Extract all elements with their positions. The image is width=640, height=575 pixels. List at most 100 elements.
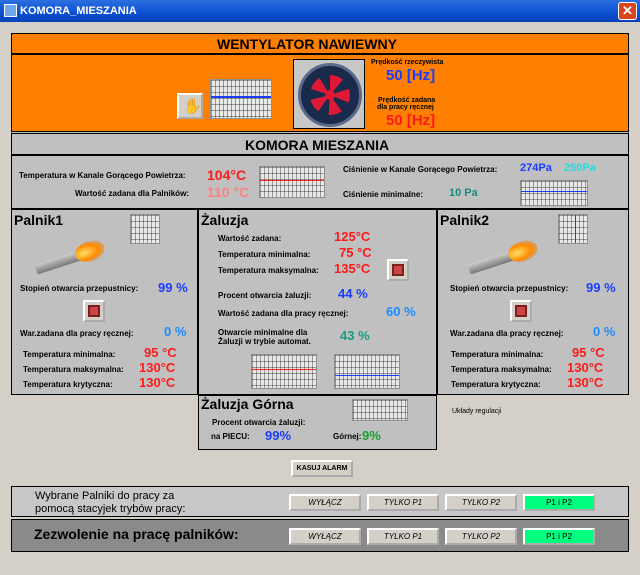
burner1-manual-button[interactable] [83,300,105,322]
burner2-tmax-label: Temperatura maksymalna: [451,365,552,374]
manual-icon [392,264,404,276]
damper-trend-left [251,354,317,389]
upper-damper-top-label: Górnej: [333,432,362,441]
burner1-tmax-label: Temperatura maksymalna: [23,365,124,374]
fan-title: WENTYLATOR NAWIEWNY [217,36,397,52]
pressure-trend [520,180,588,206]
window-title: KOMORA_MIESZANIA [20,5,137,17]
damper-min-open-value: 43 % [340,328,370,343]
burner1-tmax-value: 130°C [139,360,176,375]
actual-speed-label: Prędkość rzeczywista [371,59,444,66]
burner2-title: Palnik2 [440,212,490,228]
hot-air-temp-label: Temperatura w Kanale Gorącego Powietrza: [19,171,186,180]
upper-damper-panel: Żaluzja Górna Procent otwarcia żaluzji: … [198,395,437,450]
burner1-tcrit-value: 130°C [139,375,176,390]
burner1-tmin-label: Temperatura minimalna: [23,350,116,359]
min-pressure-label: Ciśnienie minimalne: [343,190,424,199]
regulation-label[interactable]: Układy regulacji [452,408,501,415]
upper-damper-top-value: 9% [362,428,381,443]
min-pressure-value: 10 Pa [449,187,478,199]
burner1-trend [130,214,160,244]
permission-panel: Zezwolenie na pracę palników: WYŁĄCZ TYL… [11,519,629,552]
burner1-title: Palnik1 [14,212,64,228]
burner1-manual-value: 0 % [164,324,187,339]
permission-label: Zezwolenie na pracę palników: [34,526,239,542]
damper-tmax-value: 135°C [334,261,371,276]
damper-trend-right [334,354,400,389]
pressure-set-value: 250Pa [564,162,596,174]
hand-icon: ✋ [183,98,202,115]
selection-label-1: Wybrane Palniki do pracy za [35,490,175,502]
pressure-value: 274Pa [520,162,552,174]
burner2-trend [558,214,588,244]
damper-manual-label: Wartość zadana dla pracy ręcznej: [218,309,349,318]
damper-tmin-label: Temperatura minimalna: [218,250,311,259]
damper-tmin-value: 75 °C [339,245,372,260]
set-speed-label-1: Prędkość zadana [378,97,436,104]
burner-selection-panel: Wybrane Palniki do pracy za pomocą stacy… [11,486,629,517]
close-button[interactable]: ✕ [618,2,637,20]
burner2-tmin-label: Temperatura minimalna: [451,350,544,359]
upper-damper-piec-value: 99% [265,428,292,443]
burner1-icon [32,236,108,280]
selection-p1-button[interactable]: TYLKO P1 [367,494,439,511]
burner1-throttle-label: Stopień otwarcia przepustnicy: [20,284,139,293]
burner2-manual-label: War.zadana dla pracy ręcznej: [450,329,564,338]
burner1-panel: Palnik1 Stopień otwarcia przepustnicy: 9… [11,209,198,395]
burner-setpoint-value: 110 °C [207,184,250,200]
damper-manual-button[interactable] [387,259,409,281]
burner2-icon [465,236,541,280]
damper-manual-value: 60 % [386,304,416,319]
burner-setpoint-label: Wartość zadana dla Palników: [75,189,189,198]
damper-min-open-label-1: Otwarcie minimalne dla [218,328,308,337]
burner2-tmin-value: 95 °C [572,345,605,360]
fan-panel: ✋ Prędkość rzeczywista 50 [Hz] Prędkość … [11,54,629,132]
burner2-throttle-value: 99 % [586,280,616,295]
chamber-panel: Temperatura w Kanale Gorącego Powietrza:… [11,155,629,209]
burner2-manual-button[interactable] [510,300,532,322]
fan-icon [293,59,365,129]
hot-air-temp-value: 104°C [207,167,247,183]
damper-title: Żaluzja [201,212,249,228]
close-icon: ✕ [622,3,633,18]
burner2-tmax-value: 130°C [567,360,604,375]
burner2-panel: Palnik2 Stopień otwarcia przepustnicy: 9… [437,209,629,395]
burner2-tcrit-label: Temperatura krytyczna: [451,380,541,389]
damper-panel: Żaluzja Wartość zadana: 125°C Temperatur… [198,209,437,395]
set-speed-label-2: dla pracy ręcznej [377,104,434,111]
fan-header: WENTYLATOR NAWIEWNY [11,33,629,54]
selection-p2-button[interactable]: TYLKO P2 [445,494,517,511]
damper-setpoint-label: Wartość zadana: [218,234,282,243]
upper-damper-open-label: Procent otwarcia żaluzji: [212,418,306,427]
set-speed-value: 50 [Hz] [386,112,436,129]
permission-p2-button[interactable]: TYLKO P2 [445,528,517,545]
damper-setpoint-value: 125°C [334,229,371,244]
manual-icon [88,305,100,317]
damper-open-value: 44 % [338,286,368,301]
burner2-throttle-label: Stopień otwarcia przepustnicy: [450,284,569,293]
manual-icon [515,305,527,317]
permission-p1-p2-button[interactable]: P1 i P2 [523,528,595,545]
damper-min-open-label-2: Żaluzji w trybie automat. [218,337,311,346]
selection-label-2: pomocą stacyjek trybów pracy: [35,503,186,515]
permission-off-button[interactable]: WYŁĄCZ [289,528,361,545]
damper-open-label: Procent otwarcia żaluzji: [218,291,312,300]
selection-p1-p2-button[interactable]: P1 i P2 [523,494,595,511]
damper-tmax-label: Temperatura maksymalna: [218,266,319,275]
fan-speed-trend [210,79,272,119]
reset-alarm-button[interactable]: KASUJ ALARM [291,460,353,477]
upper-damper-piec-label: na PIECU: [211,432,250,441]
permission-p1-button[interactable]: TYLKO P1 [367,528,439,545]
manual-mode-button[interactable]: ✋ [177,93,203,119]
app-icon [4,4,17,17]
burner1-manual-label: War.zadana dla pracy ręcznej: [20,329,134,338]
burner2-tcrit-value: 130°C [567,375,604,390]
title-bar: KOMORA_MIESZANIA ✕ [0,0,640,22]
burner1-tcrit-label: Temperatura krytyczna: [23,380,113,389]
actual-speed-value: 50 [Hz] [386,67,436,84]
selection-off-button[interactable]: WYŁĄCZ [289,494,361,511]
burner1-tmin-value: 95 °C [144,345,177,360]
burner1-throttle-value: 99 % [158,280,188,295]
upper-damper-trend [352,399,408,421]
burner2-manual-value: 0 % [593,324,616,339]
